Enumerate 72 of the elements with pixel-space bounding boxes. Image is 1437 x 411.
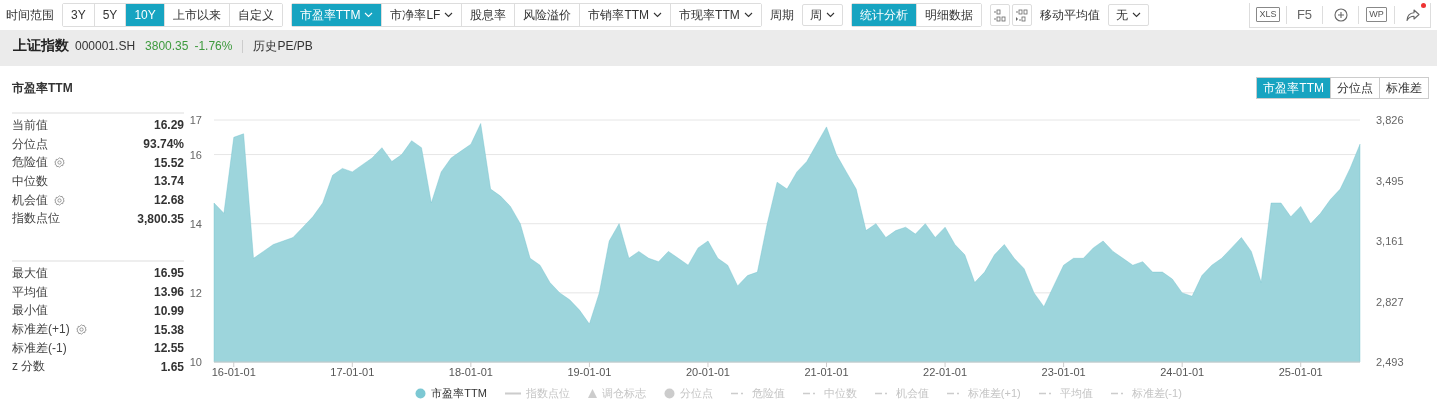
stat-value: 16.95 — [153, 266, 184, 281]
stat-label: 中位数 — [12, 172, 48, 190]
stat-label: 分位点 — [12, 135, 48, 153]
plus-circle-icon — [1333, 7, 1348, 22]
x-axis-label: 20-01-01 — [685, 366, 730, 378]
caret-icon — [743, 12, 753, 18]
caret-icon — [364, 12, 374, 18]
stat-value: 15.52 — [153, 155, 184, 170]
secondary-axis-label: 2,493 — [1376, 356, 1404, 368]
stat-value: 10.99 — [153, 303, 184, 318]
stat-value: 15.38 — [153, 322, 184, 337]
card-title: 市盈率TTM — [12, 79, 73, 97]
x-axis-label: 18-01-01 — [448, 366, 493, 378]
stat-value: 12.68 — [153, 193, 184, 208]
period-label: 周期 — [769, 6, 794, 24]
stat-label: 标准差(-1) — [12, 339, 67, 357]
index-name: 上证指数 — [13, 37, 69, 55]
x-axis-label: 17-01-01 — [330, 366, 375, 378]
stat-label: z 分数 — [12, 358, 46, 376]
caret-icon — [444, 12, 454, 18]
period-dropdown[interactable]: 周 — [801, 4, 843, 26]
x-axis-label: 21-01-01 — [804, 366, 849, 378]
x-axis-label: 22-01-01 — [923, 366, 968, 378]
index-change: -1.76% — [194, 39, 233, 53]
y-axis-label: 10 — [190, 356, 202, 368]
y-axis-label: 17 — [190, 114, 202, 126]
caret-icon — [825, 12, 835, 18]
stat-value: 3,800.35 — [137, 211, 184, 226]
stat-value: 93.74% — [143, 137, 184, 152]
decimal-decrease-icon[interactable] — [989, 4, 1010, 26]
index-price: 3800.35 — [145, 39, 189, 53]
stat-value: 12.55 — [153, 341, 184, 356]
decimal-increase-icon[interactable] — [1011, 4, 1032, 26]
legend-label[interactable]: 市盈率TTM — [431, 386, 487, 401]
x-axis-label: 16-01-01 — [211, 366, 256, 378]
stat-value: 1.65 — [160, 359, 184, 374]
stat-label: 机会值 — [12, 191, 48, 209]
stat-value: 16.29 — [153, 118, 184, 133]
secondary-axis-label: 3,495 — [1376, 174, 1404, 187]
view-tab[interactable]: 明细数据 — [915, 4, 981, 26]
share-icon — [1404, 7, 1421, 22]
stat-label: 标准差(+1) — [12, 321, 70, 339]
range-label: 时间范围 — [6, 6, 54, 24]
range-tab[interactable]: 自定义 — [228, 4, 282, 26]
stat-label: 危险值 — [12, 154, 48, 172]
secondary-axis-label: 3,826 — [1376, 114, 1404, 126]
settings-icon[interactable] — [54, 194, 65, 206]
stat-label: 最大值 — [12, 264, 48, 282]
caret-icon — [1131, 12, 1141, 18]
settings-icon[interactable] — [75, 324, 87, 336]
stat-value: 13.74 — [153, 174, 184, 189]
settings-icon[interactable] — [54, 157, 65, 169]
y-axis-label: 16 — [190, 148, 202, 161]
stat-label: 当前值 — [12, 116, 48, 134]
x-axis-label: 25-01-01 — [1278, 366, 1323, 378]
moving-average-label: 移动平均值 — [1039, 6, 1100, 24]
index-code: 000001.SH — [75, 39, 136, 53]
stat-value: 13.96 — [153, 285, 184, 300]
y-axis-label: 12 — [190, 286, 202, 299]
stat-label: 指数点位 — [12, 210, 60, 228]
metric-tab[interactable]: 市现率TTM — [670, 4, 761, 26]
x-axis-label: 19-01-01 — [567, 366, 612, 378]
moving-average-dropdown[interactable]: 无 — [1107, 4, 1149, 26]
page-subtitle: 历史PE/PB — [253, 37, 313, 55]
x-axis-label: 23-01-01 — [1041, 366, 1086, 378]
secondary-axis-label: 3,161 — [1376, 235, 1404, 247]
stat-label: 平均值 — [12, 283, 48, 301]
stat-label: 最小值 — [12, 302, 48, 320]
y-axis-label: 14 — [190, 217, 202, 230]
caret-icon — [653, 12, 663, 18]
secondary-axis-label: 2,827 — [1376, 295, 1404, 308]
x-axis-label: 24-01-01 — [1160, 366, 1205, 378]
